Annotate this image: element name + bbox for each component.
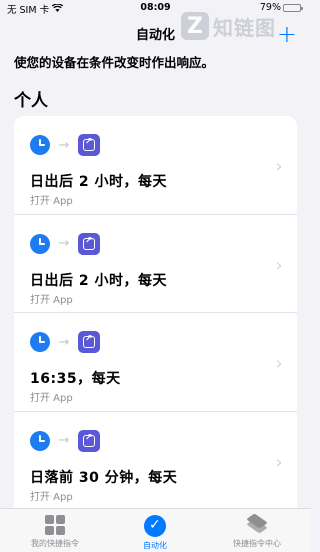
trigger-action-icons: →	[30, 429, 100, 452]
arrow-right-icon: →	[58, 433, 70, 448]
tab-bar: 我的快捷指令 自动化 快捷指令中心	[0, 508, 311, 552]
automation-title: 日出后 2 小时，每天	[30, 272, 167, 289]
automation-title: 日落前 30 分钟，每天	[30, 469, 178, 486]
trigger-action-icons: →	[30, 134, 100, 156]
clock-icon	[30, 135, 50, 155]
trigger-action-icons: →	[30, 232, 100, 255]
open-app-icon	[78, 232, 100, 255]
section-title: 个人	[14, 91, 48, 111]
open-app-icon	[78, 134, 100, 156]
automation-item[interactable]: → 16:35，每天 打开 App ›	[14, 313, 297, 412]
tab-label: 我的快捷指令	[31, 539, 79, 548]
watermark-logo: Z 知链图	[181, 4, 289, 48]
automation-list: → 日出后 2 小时，每天 打开 App › → 日出后 2 小时，每天 打开 …	[14, 116, 297, 516]
automation-subtitle: 打开 App	[30, 491, 73, 503]
automation-check-icon	[144, 515, 166, 537]
watermark-text: 知链图	[213, 15, 276, 40]
navigation-bar: 自动化 Z 知链图 +	[0, 12, 311, 46]
tab-label: 自动化	[143, 541, 167, 550]
arrow-right-icon: →	[58, 334, 70, 350]
automation-item[interactable]: → 日出后 2 小时，每天 打开 App ›	[14, 215, 297, 313]
automation-subtitle: 打开 App	[30, 294, 73, 306]
open-app-icon	[78, 331, 100, 353]
chevron-right-icon: ›	[275, 156, 283, 177]
page-description: 使您的设备在条件改变时作出响应。	[14, 55, 215, 70]
tab-label: 快捷指令中心	[233, 539, 281, 548]
automation-subtitle: 打开 App	[30, 393, 73, 404]
automation-title: 16:35，每天	[30, 371, 121, 387]
clock-icon	[30, 233, 50, 254]
clock-icon	[30, 332, 50, 352]
grid-icon	[45, 515, 65, 535]
tab-my-shortcuts[interactable]: 我的快捷指令	[5, 515, 105, 549]
chevron-right-icon: ›	[275, 254, 283, 276]
layers-icon	[246, 513, 268, 535]
add-automation-button[interactable]: +	[277, 22, 297, 46]
arrow-right-icon: →	[58, 236, 70, 251]
chevron-right-icon: ›	[275, 353, 283, 374]
clock-icon	[30, 430, 50, 451]
trigger-action-icons: →	[30, 331, 100, 353]
watermark-z-icon: Z	[181, 12, 209, 40]
open-app-icon	[78, 429, 100, 452]
automation-item[interactable]: → 日落前 30 分钟，每天 打开 App ›	[14, 412, 297, 511]
arrow-right-icon: →	[58, 137, 70, 153]
tab-gallery[interactable]: 快捷指令中心	[207, 513, 307, 549]
chevron-right-icon: ›	[275, 451, 283, 473]
tab-automation[interactable]: 自动化	[105, 515, 205, 551]
automation-item[interactable]: → 日出后 2 小时，每天 打开 App ›	[14, 116, 297, 215]
automation-subtitle: 打开 App	[30, 196, 73, 207]
automation-title: 日出后 2 小时，每天	[30, 174, 167, 190]
